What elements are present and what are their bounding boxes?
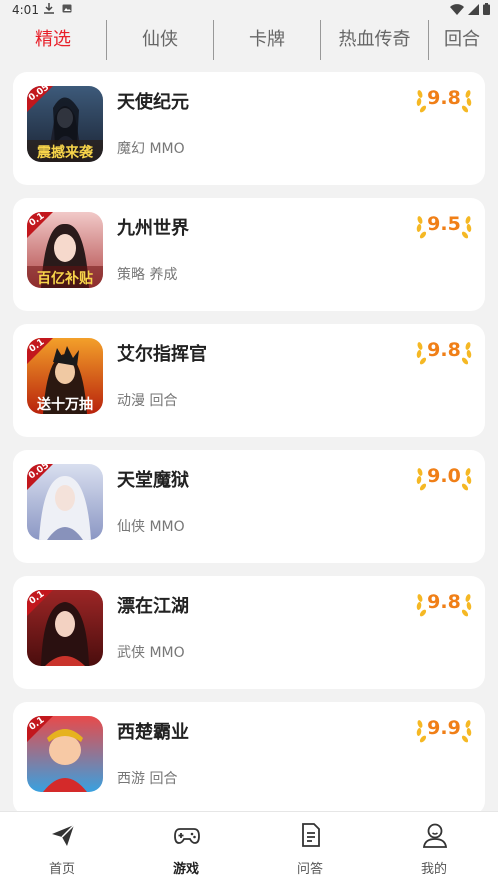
rating-value: 9.9: [427, 717, 461, 739]
game-tags: 魔幻 MMO: [117, 141, 185, 157]
game-tags: 西游 回合: [117, 771, 178, 787]
nav-qa-label: 问答: [296, 862, 323, 877]
nav-home-label: 首页: [48, 862, 75, 877]
rating-badge: 9.9: [415, 714, 473, 746]
game-icon-image: 0.1 送十万抽: [27, 338, 103, 414]
rating-badge: 9.5: [415, 210, 473, 242]
download-icon: [44, 3, 54, 14]
game-card[interactable]: 0.05 天堂魔狱 仙侠 MMO 9.0: [13, 450, 485, 563]
nav-games-label: 游戏: [172, 862, 199, 877]
game-icon-image: 0.1: [27, 716, 103, 792]
rating-value: 9.8: [427, 339, 461, 361]
game-name: 艾尔指挥官: [117, 344, 207, 365]
nav-home[interactable]: 首页: [0, 812, 124, 886]
game-name: 西楚霸业: [117, 722, 189, 743]
bottom-nav: 首页 游戏 问答 我的: [0, 811, 498, 886]
tab-divider: [428, 20, 429, 60]
signal-icon: [468, 3, 479, 15]
game-card[interactable]: 0.1 百亿补贴 九州世界 策略 养成 9.5: [13, 198, 485, 311]
game-icon-image: 0.05: [27, 464, 103, 540]
game-icon-image: 0.05 震撼来袭: [27, 86, 103, 162]
rating-value: 9.0: [427, 465, 461, 487]
tab-jingxuan[interactable]: 精选: [0, 20, 106, 60]
category-tabs: 精选 仙侠 卡牌 热血传奇 回合: [0, 20, 498, 60]
game-card[interactable]: 0.1 漂在江湖 武侠 MMO 9.8: [13, 576, 485, 689]
nav-profile[interactable]: 我的: [372, 812, 496, 886]
image-icon: [62, 4, 72, 13]
game-name: 天堂魔狱: [117, 470, 189, 491]
game-name: 漂在江湖: [117, 596, 189, 617]
game-card[interactable]: 0.1 西楚霸业 西游 回合 9.9: [13, 702, 485, 815]
tab-kapai[interactable]: 卡牌: [214, 20, 320, 60]
game-name: 天使纪元: [117, 92, 189, 113]
wifi-icon: [450, 3, 464, 15]
game-card[interactable]: 0.1 送十万抽 艾尔指挥官 动漫 回合 9.8: [13, 324, 485, 437]
gamepad-icon: [174, 828, 200, 844]
game-icon-image: 0.1: [27, 590, 103, 666]
nav-qa[interactable]: 问答: [248, 812, 372, 886]
document-icon: [302, 823, 320, 847]
paper-plane-icon: [52, 824, 75, 846]
rating-badge: 9.8: [415, 84, 473, 116]
game-tags: 武侠 MMO: [117, 645, 185, 661]
tab-xianxia[interactable]: 仙侠: [107, 20, 213, 60]
icon-banner-text: 送十万抽: [37, 397, 93, 413]
icon-banner-text: 震撼来袭: [37, 145, 93, 161]
status-time: 4:01: [12, 3, 39, 17]
rating-value: 9.8: [427, 87, 461, 109]
game-tags: 策略 养成: [117, 267, 178, 283]
rating-badge: 9.8: [415, 588, 473, 620]
rating-value: 9.8: [427, 591, 461, 613]
user-icon: [422, 823, 448, 848]
icon-banner-text: 百亿补贴: [37, 271, 93, 287]
game-card[interactable]: 0.05 震撼来袭 天使纪元 魔幻 MMO 9.8: [13, 72, 485, 185]
rating-value: 9.5: [427, 213, 461, 235]
tab-rexuechuanqi[interactable]: 热血传奇: [321, 20, 428, 60]
game-name: 九州世界: [117, 218, 189, 239]
rating-badge: 9.0: [415, 462, 473, 494]
nav-games[interactable]: 游戏: [124, 812, 248, 886]
game-icon-image: 0.1 百亿补贴: [27, 212, 103, 288]
game-tags: 动漫 回合: [117, 393, 178, 409]
rating-badge: 9.8: [415, 336, 473, 368]
nav-profile-label: 我的: [420, 862, 447, 877]
tab-huihe[interactable]: 回合: [444, 20, 498, 60]
game-tags: 仙侠 MMO: [117, 519, 185, 535]
battery-icon: [483, 3, 490, 15]
status-bar: 4:01: [0, 0, 498, 20]
